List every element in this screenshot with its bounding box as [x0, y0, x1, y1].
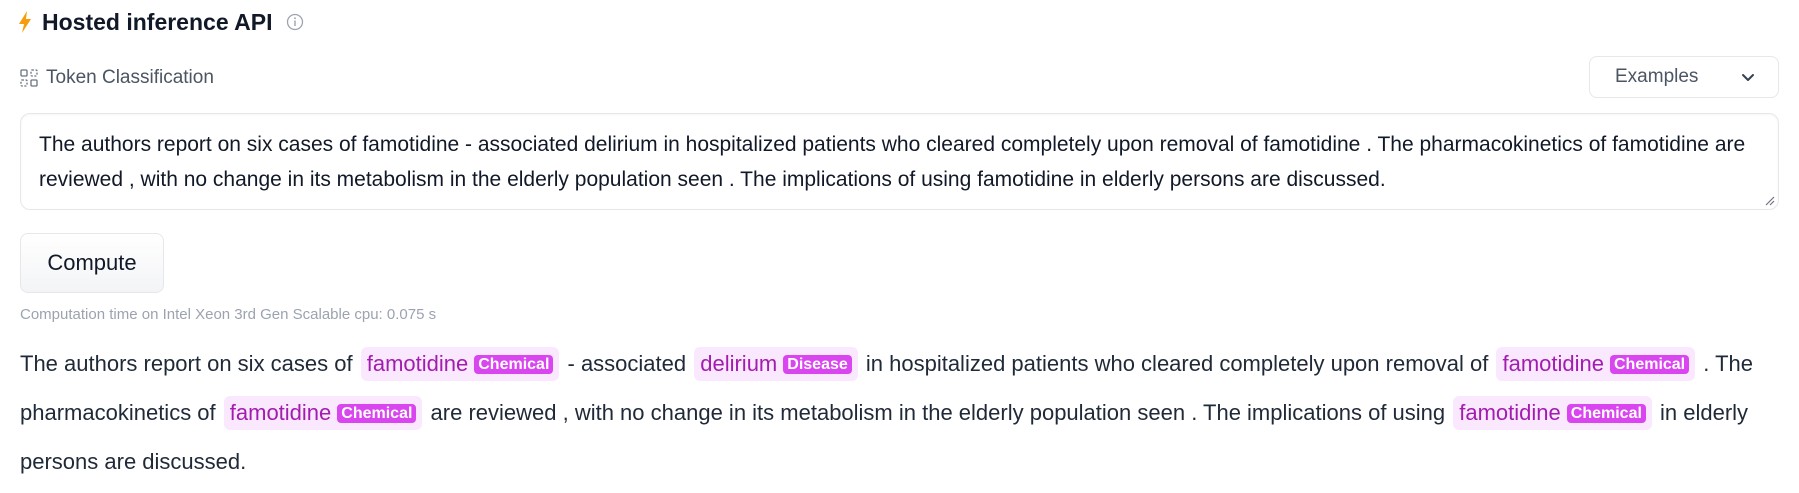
task-type: Token Classification: [20, 62, 214, 94]
computation-time: Computation time on Intel Xeon 3rd Gen S…: [20, 306, 437, 323]
examples-label: Examples: [1615, 66, 1699, 87]
compute-button[interactable]: Compute: [20, 233, 164, 293]
entity-tag: Disease: [783, 355, 852, 374]
input-text: The authors report on six cases of famot…: [39, 133, 1746, 191]
info-icon[interactable]: [286, 13, 304, 31]
token-classification-icon: [20, 69, 38, 87]
entity-chemical: famotidine Chemical: [360, 347, 560, 381]
input-textarea[interactable]: The authors report on six cases of famot…: [20, 113, 1779, 210]
entity-tag: Chemical: [474, 355, 554, 374]
task-label: Token Classification: [46, 67, 214, 88]
entity-chemical: famotidine Chemical: [1453, 396, 1652, 430]
examples-dropdown[interactable]: Examples: [1589, 56, 1779, 98]
lightning-bolt-icon: [18, 11, 32, 33]
output-text: in hospitalized patients who cleared com…: [859, 351, 1495, 376]
token-classification-output: The authors report on six cases of famot…: [20, 340, 1779, 486]
entity-tag: Chemical: [1609, 355, 1690, 374]
entity-disease: delirium Disease: [694, 347, 858, 381]
widget-title: Hosted inference API: [42, 8, 273, 35]
output-text: - associated: [561, 351, 693, 376]
chevron-down-icon: [1740, 69, 1756, 85]
entity-tag: Chemical: [337, 404, 417, 423]
resize-handle-icon[interactable]: [1763, 194, 1775, 206]
entity-tag: Chemical: [1566, 404, 1646, 423]
entity-chemical: famotidine Chemical: [223, 396, 423, 430]
widget-header: Hosted inference API: [18, 6, 304, 38]
entity-chemical: famotidine Chemical: [1496, 347, 1696, 381]
output-text: The authors report on six cases of: [20, 351, 359, 376]
output-text: are reviewed , with no change in its met…: [424, 400, 1452, 425]
